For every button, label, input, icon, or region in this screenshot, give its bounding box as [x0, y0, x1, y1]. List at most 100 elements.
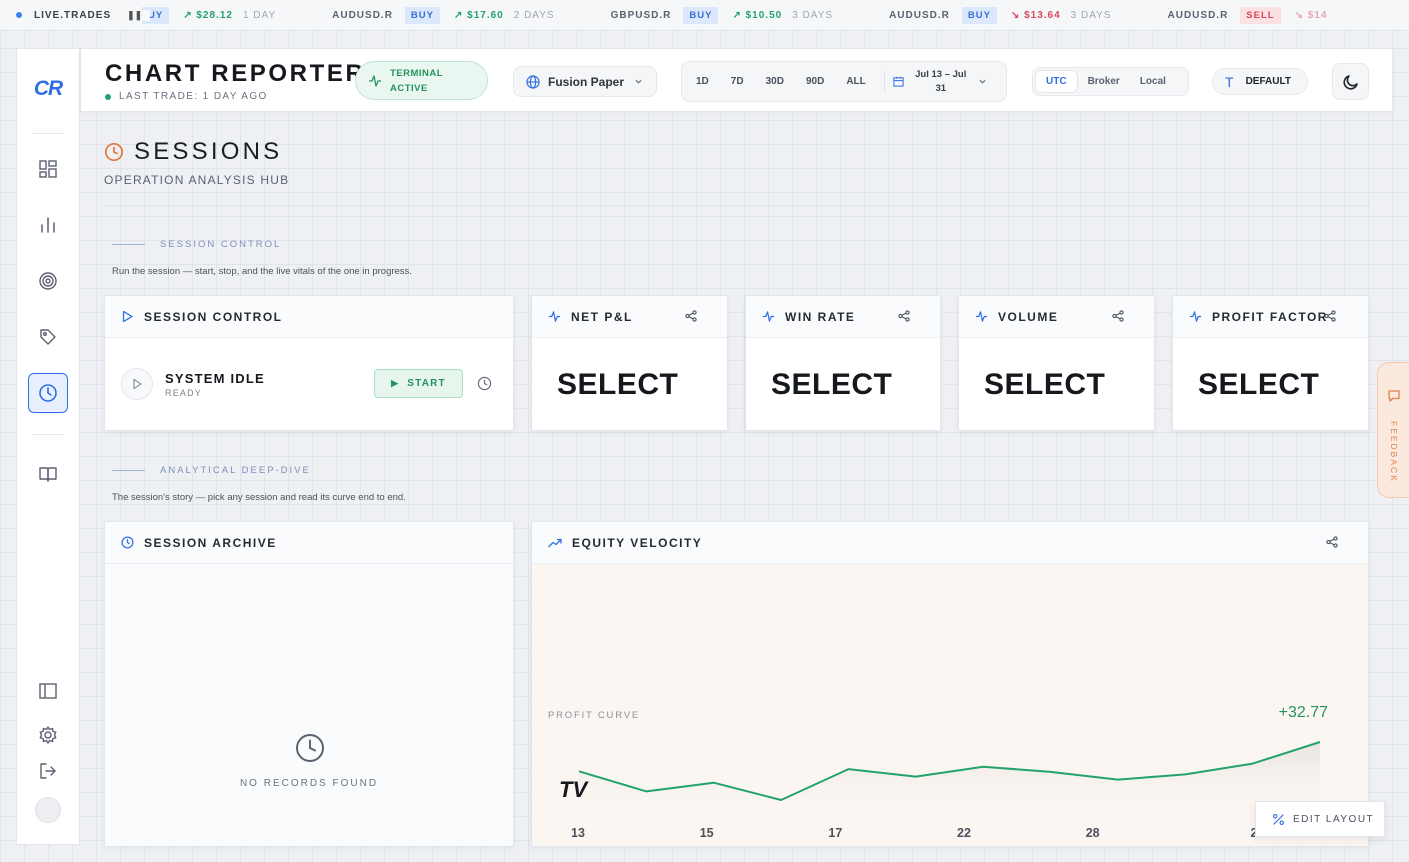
section-description: The session's story — pick any session a… [112, 492, 406, 503]
range-30d[interactable]: 30D [766, 76, 784, 87]
x-tick-label: 17 [828, 826, 842, 840]
play-icon: ▶ [391, 378, 400, 388]
app-logo[interactable]: CR [17, 77, 79, 101]
range-all[interactable]: ALL [846, 76, 865, 87]
account-selector[interactable]: Fusion Paper [513, 66, 657, 97]
terminal-status-badge[interactable]: TERMINAL ACTIVE [355, 61, 488, 100]
sidebar-collapse-button[interactable] [28, 671, 68, 711]
tradingview-watermark: TV [559, 777, 589, 802]
sidebar-item-tags[interactable] [28, 317, 68, 357]
ticker-amount: ↗ $10.50 [732, 9, 783, 21]
session-status: SYSTEM IDLE READY [121, 368, 265, 400]
card-header: SESSION ARCHIVE [105, 522, 513, 564]
ticker-item: AUDUSD.R SELL ↘ $14 [1167, 6, 1338, 24]
settings-button[interactable] [28, 715, 68, 755]
ticker-side-badge: BUY [683, 6, 719, 24]
date-range-picker[interactable]: Jul 13 – Jul 31 [910, 68, 972, 96]
ticker-track: UY ↗ $28.12 1 DAY AUDUSD.R BUY ↗ $17.60 2 DAYS… [142, 6, 1393, 24]
font-selector[interactable]: T DEFAULT [1212, 68, 1308, 95]
ticker-symbol: AUDUSD.R [1167, 9, 1229, 21]
chevron-down-icon [979, 79, 986, 84]
avatar[interactable] [35, 797, 61, 823]
ticker-item: AUDUSD.R BUY ↗ $17.60 2 DAYS [332, 6, 554, 24]
live-trades-ticker: LIVE.TRADES ❚❚ UY ↗ $28.12 1 DAY AUDUSD.R BU… [0, 0, 1409, 31]
sidebar-item-analytics[interactable] [28, 205, 68, 245]
share-icon[interactable] [685, 310, 697, 322]
metric-card-win-rate[interactable]: WIN RATE SELECT [745, 295, 941, 431]
activity-icon [975, 311, 988, 322]
start-session-button[interactable]: ▶ START [374, 369, 463, 398]
title-divider [104, 205, 1370, 206]
calendar-icon [893, 76, 904, 87]
time-range-selector: 1D 7D 30D 90D ALL Jul 13 – Jul 31 [681, 61, 1007, 102]
activity-icon [369, 74, 381, 87]
tz-utc[interactable]: UTC [1035, 70, 1078, 93]
edit-layout-button[interactable]: EDIT LAYOUT [1255, 801, 1385, 837]
metric-card-profit-factor[interactable]: PROFIT FACTOR SELECT [1172, 295, 1369, 431]
section-description: Run the session — start, stop, and the l… [112, 266, 412, 277]
ticker-item: AUDUSD.R BUY ↘ $13.64 3 DAYS [889, 6, 1111, 24]
session-history-button[interactable] [474, 373, 494, 393]
metric-card-net-pnl[interactable]: NET P&L SELECT [531, 295, 728, 431]
sidebar-item-sessions[interactable] [28, 373, 68, 413]
card-header: SESSION CONTROL [105, 296, 513, 338]
activity-icon [762, 311, 775, 322]
metric-value: SELECT [984, 368, 1106, 401]
metric-value: SELECT [771, 368, 893, 401]
range-1d[interactable]: 1D [696, 76, 709, 87]
range-90d[interactable]: 90D [806, 76, 824, 87]
metric-value: SELECT [1198, 368, 1320, 401]
card-header: EQUITY VELOCITY [532, 522, 1368, 564]
share-icon[interactable] [1326, 536, 1338, 548]
clock-icon [104, 142, 124, 162]
app-title: CHART REPORTER [105, 60, 366, 87]
play-outline-icon [133, 378, 142, 390]
session-state: READY [165, 387, 203, 398]
page-title: SESSIONS [104, 138, 282, 166]
profit-curve-chart[interactable]: TV13 15 17 22 28 2 [532, 734, 1368, 848]
gear-icon [39, 726, 57, 744]
tz-broker[interactable]: Broker [1078, 70, 1130, 93]
ticker-item: GBPUSD.R BUY ↗ $10.50 3 DAYS [611, 6, 833, 24]
feedback-label: FEEDBACK [1389, 421, 1399, 483]
clock-icon [296, 734, 324, 762]
sidebar-item-journal[interactable] [28, 454, 68, 494]
play-outline-icon [122, 310, 133, 323]
chevron-down-icon [635, 79, 642, 84]
profit-curve-area [579, 742, 1320, 818]
moon-icon [1342, 74, 1358, 90]
clock-icon [39, 384, 57, 402]
ticker-amount: ↗ $28.12 [183, 9, 233, 21]
globe-icon [526, 74, 540, 89]
last-trade-status: LAST TRADE: 1 DAY AGO [105, 91, 365, 102]
empty-state-message: NO RECORDS FOUND [239, 778, 379, 789]
logout-button[interactable] [28, 751, 68, 791]
sidebar-item-goals[interactable] [28, 261, 68, 301]
archive-list [105, 564, 513, 846]
equity-chart-area: PROFIT CURVE +32.77 TV 13 15 17 22 28 2 [532, 564, 1368, 846]
ticker-amount: ↘ $13.64 [1010, 9, 1061, 21]
sidebar-item-dashboard[interactable] [28, 149, 68, 189]
ticker-item: UY ↗ $28.12 1 DAY [142, 6, 277, 24]
card-header: NET P&L [532, 296, 727, 338]
ticker-side-badge: BUY [961, 6, 997, 24]
arrow-up-right-icon: ↗ [453, 9, 468, 21]
feedback-tab[interactable]: FEEDBACK [1377, 362, 1409, 498]
range-7d[interactable]: 7D [731, 76, 744, 87]
target-icon [39, 272, 57, 290]
tz-local[interactable]: Local [1130, 70, 1176, 93]
theme-toggle-button[interactable] [1332, 63, 1369, 100]
pause-ticker-button[interactable]: ❚❚ [127, 10, 142, 21]
ticker-live-label: LIVE.TRADES ❚❚ [0, 9, 150, 21]
arrow-up-right-icon: ↗ [183, 9, 197, 21]
arrow-down-right-icon: ↘ [1010, 9, 1025, 21]
metric-card-volume[interactable]: VOLUME SELECT [958, 295, 1155, 431]
share-icon[interactable] [1112, 310, 1124, 322]
share-icon[interactable] [898, 310, 910, 322]
section-label-session-control: SESSION CONTROL [112, 239, 281, 250]
edit-layout-icon [1273, 813, 1284, 825]
ticker-age: 1 DAY [242, 9, 277, 21]
session-archive-card: SESSION ARCHIVE NO RECORDS FOUND [104, 521, 514, 847]
share-icon[interactable] [1324, 310, 1336, 322]
arrow-up-right-icon: ↗ [732, 9, 746, 21]
